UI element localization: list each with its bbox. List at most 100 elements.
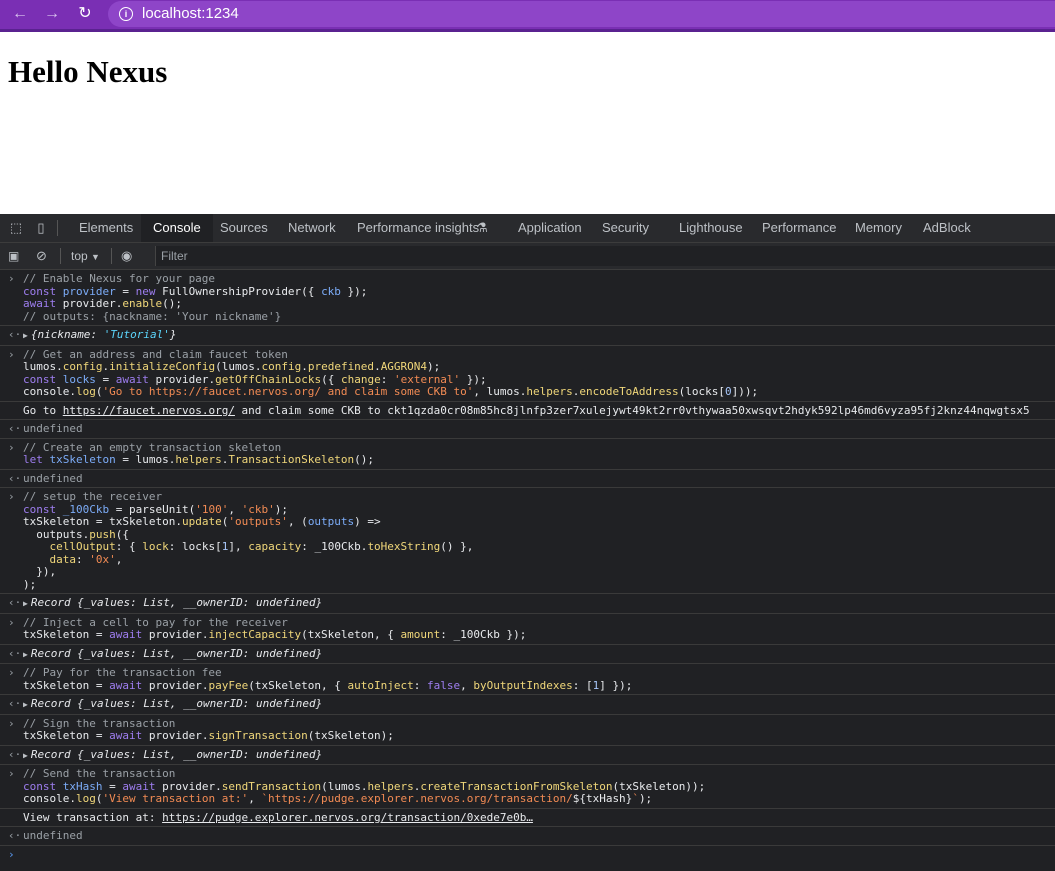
tab-adblock[interactable]: AdBlock	[923, 214, 971, 242]
tab-console[interactable]: Console	[141, 214, 213, 242]
input-chevron-icon: ›	[8, 767, 15, 780]
code-comment: // Enable Nexus for your page	[23, 272, 216, 285]
console-log-entry: View transaction at: https://pudge.explo…	[0, 809, 1055, 827]
tab-performance-insights[interactable]: Performance insights	[357, 214, 479, 242]
code-line: cellOutput: { lock: locks[1], capacity: …	[49, 540, 474, 553]
input-chevron-icon: ›	[8, 615, 15, 629]
console-log-entry: Go to https://faucet.nervos.org/ and cla…	[0, 402, 1055, 420]
context-label: top	[71, 249, 88, 263]
reload-icon[interactable]: ↻	[75, 5, 95, 23]
filter-input[interactable]	[156, 246, 1046, 266]
code-line: console.log('Go to https://faucet.nervos…	[23, 385, 759, 398]
console-result-entry[interactable]: ‹· ▶ Record {_values: List, __ownerID: un…	[0, 594, 1055, 614]
console-result-entry: ‹· undefined	[0, 827, 1055, 846]
browser-toolbar: ← → ↻ i localhost:1234	[0, 0, 1055, 32]
console-result-entry[interactable]: ‹· ▶ Record {_values: List, __ownerID: un…	[0, 746, 1055, 765]
input-chevron-icon: ›	[8, 490, 15, 503]
code-line: txSkeleton = await provider.injectCapaci…	[23, 628, 527, 641]
result-undefined: undefined	[23, 471, 83, 485]
divider	[57, 220, 58, 236]
tab-memory[interactable]: Memory	[855, 214, 902, 242]
result-value: 'Tutorial'	[103, 328, 170, 341]
code-line: let txSkeleton = lumos.helpers.Transacti…	[23, 453, 375, 466]
expand-triangle-icon[interactable]: ▶	[23, 751, 28, 760]
console-prompt[interactable]: ›	[0, 846, 1055, 862]
code-line: txSkeleton = txSkeleton.update('outputs'…	[23, 515, 381, 528]
console-result-entry[interactable]: ‹· ▶ {nickname: 'Tutorial'}	[0, 326, 1055, 346]
forward-arrow-icon[interactable]: →	[42, 5, 62, 23]
record-result: Record {_values: List, __ownerID: undefi…	[30, 596, 323, 609]
site-info-icon[interactable]: i	[119, 7, 133, 21]
divider	[111, 248, 112, 264]
console-result-entry: ‹· undefined	[0, 420, 1055, 439]
code-line: lumos.config.initializeConfig(lumos.conf…	[23, 360, 441, 373]
expand-triangle-icon[interactable]: ▶	[23, 599, 28, 608]
log-prefix: View transaction at:	[23, 810, 163, 824]
log-suffix: and claim some CKB to ckt1qzda0cr08m85hc…	[234, 403, 1030, 417]
tab-application[interactable]: Application	[518, 214, 582, 242]
record-result: Record {_values: List, __ownerID: undefi…	[30, 747, 323, 761]
code-line: data: '0x',	[49, 552, 123, 566]
tab-network[interactable]: Network	[288, 214, 336, 242]
code-line: txSkeleton = await provider.signTransact…	[23, 729, 394, 742]
console-result-entry[interactable]: ‹· ▶ Record {_values: List, __ownerID: un…	[0, 695, 1055, 715]
clear-console-icon[interactable]: ⊘	[36, 247, 47, 265]
tab-lighthouse[interactable]: Lighthouse	[679, 214, 743, 242]
tab-performance[interactable]: Performance	[762, 214, 836, 242]
result-chevron-icon: ‹·	[8, 596, 22, 609]
code-line: }),	[23, 565, 57, 578]
console-input-entry: › // Inject a cell to pay for the receiv…	[0, 614, 1055, 645]
code-line: console.log('View transaction at:', `htt…	[23, 792, 653, 805]
result-undefined: undefined	[23, 829, 83, 842]
console-result-entry[interactable]: ‹· ▶ Record {_values: List, __ownerID: un…	[0, 645, 1055, 664]
divider	[60, 248, 61, 264]
result-chevron-icon: ‹·	[8, 697, 22, 710]
result-chevron-icon: ‹·	[8, 471, 22, 485]
result-undefined: undefined	[23, 422, 83, 435]
result-chevron-icon: ‹·	[8, 646, 22, 660]
console-input-entry: › // setup the receiver const _100Ckb = …	[0, 488, 1055, 594]
input-chevron-icon: ›	[8, 440, 15, 454]
record-result: Record {_values: List, __ownerID: undefi…	[30, 646, 323, 660]
console-result-entry: ‹· undefined	[0, 470, 1055, 488]
caret-down-icon: ▼	[91, 252, 100, 262]
page-content: Hello Nexus	[0, 32, 1055, 214]
result-chevron-icon: ‹·	[8, 829, 22, 842]
devtools-panel: ⬚ ▯ Elements Console Sources Network Per…	[0, 214, 1055, 871]
record-result: Record {_values: List, __ownerID: undefi…	[30, 697, 323, 710]
faucet-link[interactable]: https://faucet.nervos.org/	[63, 404, 235, 417]
context-selector[interactable]: top ▼	[71, 247, 100, 265]
explorer-link[interactable]: https://pudge.explorer.nervos.org/transa…	[162, 811, 533, 824]
back-arrow-icon[interactable]: ←	[10, 5, 30, 23]
prompt-chevron-icon: ›	[8, 847, 15, 861]
expand-triangle-icon[interactable]: ▶	[23, 650, 28, 659]
result-chevron-icon: ‹·	[8, 328, 22, 341]
device-toolbar-icon[interactable]: ▯	[33, 220, 49, 236]
tab-security[interactable]: Security	[602, 214, 649, 242]
address-bar[interactable]: i localhost:1234	[108, 1, 1055, 27]
result-chevron-icon: ‹·	[8, 422, 22, 435]
console-input-entry: › // Pay for the transaction fee txSkele…	[0, 664, 1055, 695]
code-line: await provider.enable();	[23, 297, 182, 310]
code-comment: // setup the receiver	[23, 490, 163, 503]
result-key: nickname	[37, 328, 91, 341]
expand-triangle-icon[interactable]: ▶	[23, 331, 28, 340]
expand-triangle-icon[interactable]: ▶	[23, 700, 28, 709]
console-input-entry: › // Sign the transaction txSkeleton = a…	[0, 715, 1055, 746]
eye-icon[interactable]: ◉	[121, 247, 132, 265]
flask-icon: ⚗	[476, 220, 488, 235]
result-chevron-icon: ‹·	[8, 747, 22, 761]
console-input-entry: › // Create an empty transaction skeleto…	[0, 439, 1055, 470]
tab-elements[interactable]: Elements	[79, 214, 133, 242]
code-line: );	[23, 577, 37, 591]
inspect-element-icon[interactable]: ⬚	[8, 220, 24, 236]
input-chevron-icon: ›	[8, 347, 15, 361]
url-text: localhost:1234	[142, 5, 239, 22]
console-toolbar: ▣ ⊘ top ▼ ◉	[0, 243, 1055, 270]
log-prefix: Go to	[23, 403, 63, 417]
input-chevron-icon: ›	[8, 666, 15, 679]
input-chevron-icon: ›	[8, 716, 15, 730]
tab-sources[interactable]: Sources	[220, 214, 268, 242]
show-sidebar-icon[interactable]: ▣	[8, 247, 19, 265]
devtools-tabbar: ⬚ ▯ Elements Console Sources Network Per…	[0, 214, 1055, 243]
